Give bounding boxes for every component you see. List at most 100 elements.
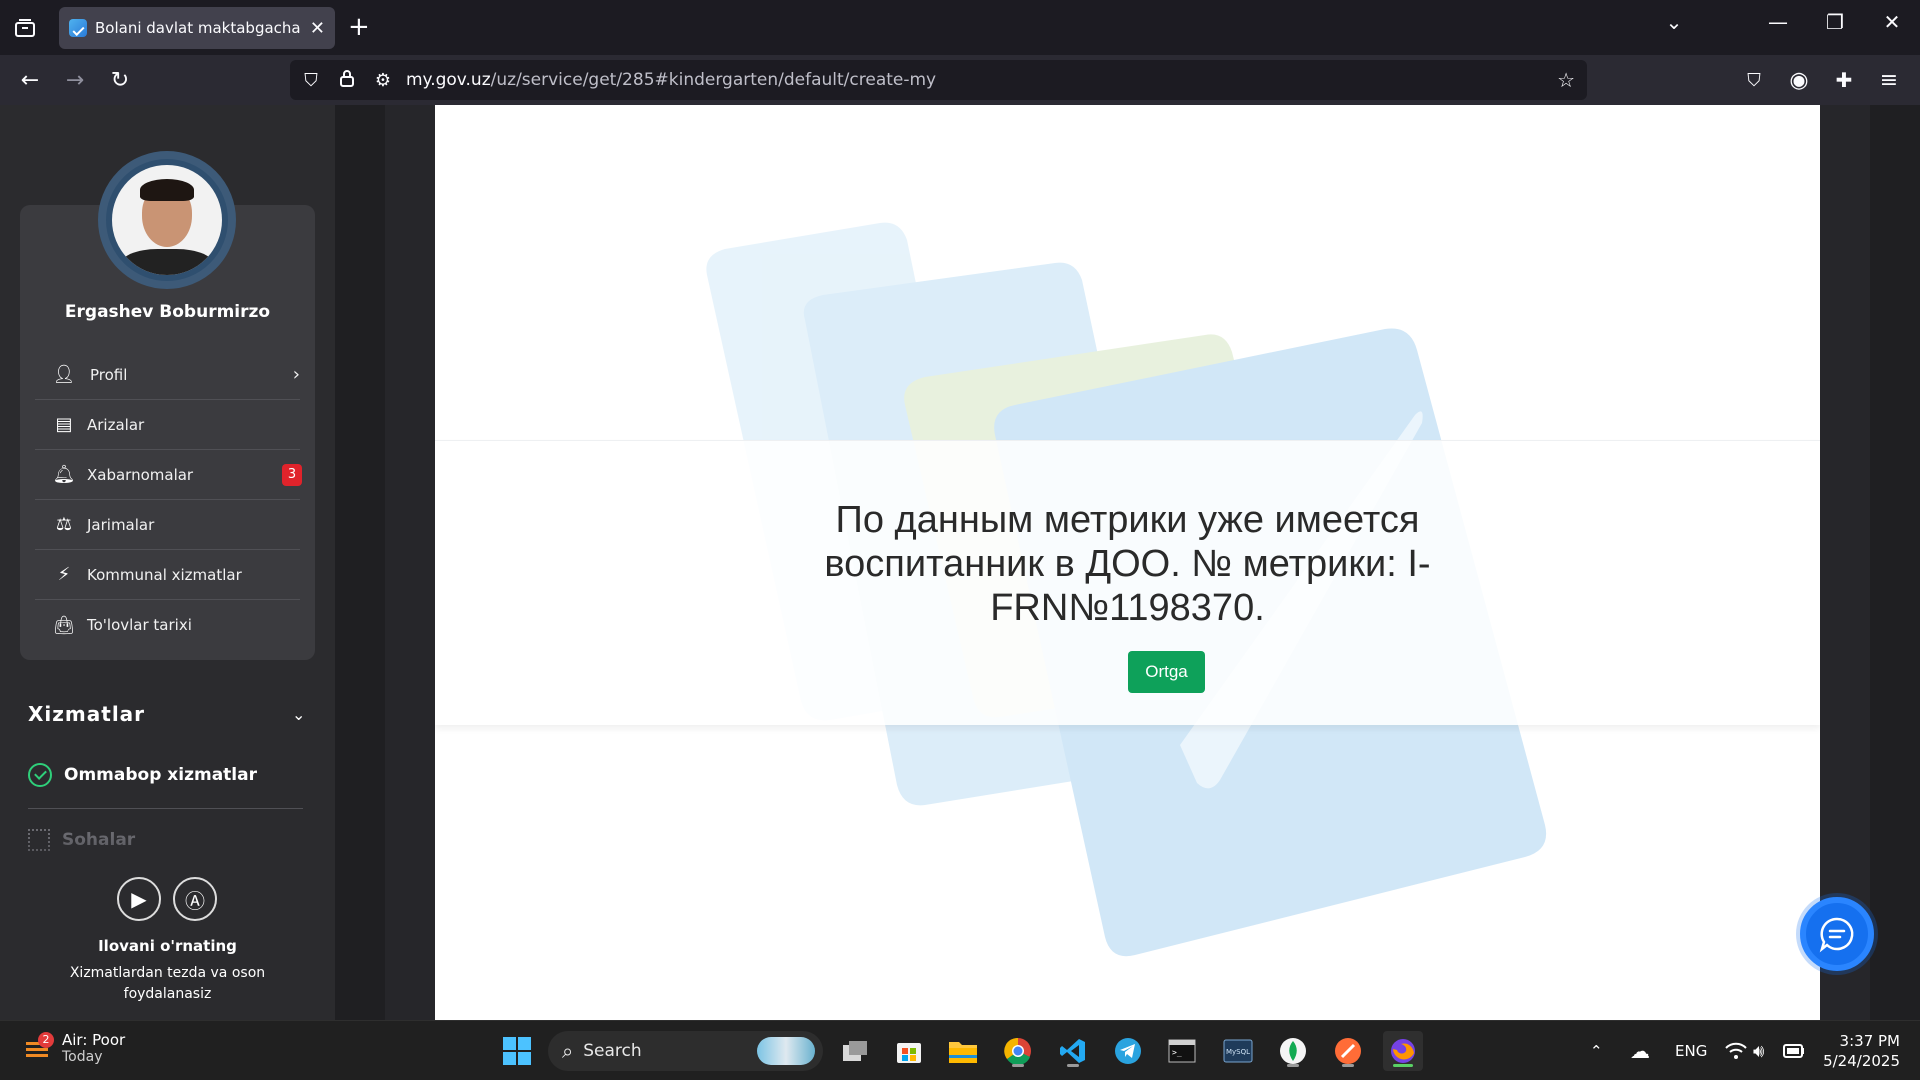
menu-item-jarimalar[interactable]: ⚖ Jarimalar	[35, 500, 300, 550]
weather-line2: Today	[62, 1049, 103, 1065]
running-indicator	[1287, 1064, 1299, 1067]
windows-start-icon[interactable]	[497, 1031, 537, 1071]
running-indicator	[1067, 1064, 1079, 1067]
google-play-icon[interactable]: ▶	[117, 877, 161, 921]
forward-arrow-icon[interactable]: →	[59, 64, 91, 96]
running-indicator	[1342, 1064, 1354, 1067]
services-section-title[interactable]: Xizmatlar	[28, 702, 145, 726]
page-gutter	[385, 105, 435, 1020]
taskbar-search[interactable]: ⌕ Search	[548, 1031, 823, 1071]
bookmark-star-icon[interactable]: ☆	[1557, 68, 1575, 92]
browser-nav-bar: ← → ↻ ⛉ ⚙ my.gov.uz/uz/service/get/285#k…	[0, 55, 1920, 105]
popular-services-link[interactable]: Ommabop xizmatlar	[28, 763, 257, 787]
restore-icon[interactable]: ❐	[1815, 10, 1855, 34]
vscode-icon[interactable]	[1053, 1031, 1093, 1071]
extensions-icon[interactable]: ✚	[1828, 64, 1860, 96]
chat-support-button[interactable]	[1800, 897, 1874, 971]
telegram-icon[interactable]	[1108, 1031, 1148, 1071]
page-viewport: Ergashev Boburmirzo 👤︎ Profil › ▤ Arizal…	[0, 105, 1920, 1020]
menu-item-xabarnomalar[interactable]: 🔔︎ Xabarnomalar 3	[35, 450, 302, 500]
new-tab-icon[interactable]: +	[348, 12, 370, 42]
weather-text: Air: Poor Today	[62, 1031, 125, 1065]
list-all-tabs-chevron-icon[interactable]: ⌄	[1654, 10, 1694, 34]
postman-icon[interactable]	[1328, 1031, 1368, 1071]
money-bag-icon: 👜︎	[52, 614, 76, 636]
reload-icon[interactable]: ↻	[104, 64, 136, 96]
error-message: По данным метрики уже имеется воспитанни…	[824, 499, 1431, 629]
page-gutter	[1820, 105, 1870, 1020]
app-store-icon[interactable]: Ⓐ	[173, 877, 217, 921]
close-window-icon[interactable]: ✕	[1872, 10, 1912, 34]
menu-label: Arizalar	[87, 415, 145, 434]
tab-list-icon[interactable]	[10, 14, 40, 42]
lock-icon[interactable]	[332, 69, 362, 92]
url-bar[interactable]: ⛉ ⚙ my.gov.uz/uz/service/get/285#kinderg…	[290, 60, 1587, 100]
menu-item-profil[interactable]: 👤︎ Profil ›	[35, 350, 300, 400]
show-hidden-icons[interactable]: ⌃	[1590, 1021, 1603, 1080]
minimize-icon[interactable]: —	[1758, 10, 1798, 34]
svg-text:>_: >_	[1172, 1048, 1182, 1057]
utility-plug-icon: ⚡	[57, 564, 71, 585]
tab-close-icon[interactable]: ✕	[310, 18, 325, 39]
microsoft-store-icon[interactable]	[889, 1031, 929, 1071]
notification-badge: 3	[282, 463, 302, 486]
back-button[interactable]: Ortga	[1128, 651, 1205, 693]
language-indicator[interactable]: ENG	[1675, 1021, 1707, 1080]
battery-icon[interactable]	[1783, 1021, 1805, 1080]
terminal-icon[interactable]: >_	[1162, 1031, 1202, 1071]
app-store-buttons: ▶ Ⓐ	[117, 877, 217, 921]
account-icon[interactable]: ◉	[1783, 64, 1815, 96]
menu-item-tolovlar[interactable]: 👜︎ To'lovlar tarixi	[35, 600, 300, 650]
firefox-icon[interactable]	[1383, 1031, 1423, 1071]
user-name: Ergashev Boburmirzo	[64, 302, 271, 322]
menu-label: Kommunal xizmatlar	[87, 565, 242, 584]
volume-icon[interactable]: 🔊︎	[1753, 1021, 1764, 1080]
bell-icon: 🔔︎	[52, 464, 76, 485]
chevron-right-icon: ›	[292, 364, 300, 385]
permissions-icon[interactable]: ⚙	[368, 70, 398, 91]
active-indicator	[1393, 1064, 1413, 1067]
chevron-down-icon[interactable]: ⌄	[292, 705, 305, 724]
wifi-icon[interactable]	[1725, 1021, 1747, 1080]
url-domain: my.gov.uz	[406, 70, 491, 90]
menu-item-arizalar[interactable]: ▤ Arizalar	[35, 400, 300, 450]
url-path: /uz/service/get/285#kindergarten/default…	[490, 70, 937, 90]
mysql-workbench-icon[interactable]: MySQL	[1218, 1031, 1258, 1071]
profile-menu: 👤︎ Profil › ▤ Arizalar 🔔︎ Xabarnomalar 3…	[35, 350, 302, 650]
fines-icon: ⚖	[55, 514, 73, 535]
avatar[interactable]	[98, 151, 236, 289]
running-indicator	[1012, 1064, 1024, 1067]
back-arrow-icon[interactable]: ←	[14, 64, 46, 96]
weather-widget[interactable]: 2 Air: Poor Today	[24, 1031, 125, 1065]
mongodb-compass-icon[interactable]	[1273, 1031, 1313, 1071]
search-label: Search	[583, 1041, 642, 1061]
url-text[interactable]: my.gov.uz/uz/service/get/285#kindergarte…	[406, 70, 936, 90]
menu-label: Xabarnomalar	[87, 465, 194, 484]
avatar-body	[120, 249, 214, 275]
menu-label: Jarimalar	[87, 515, 155, 534]
browser-tab-bar: Bolani davlat maktabgacha ta'lim ✕ + ⌄ —…	[0, 0, 1920, 55]
file-explorer-icon[interactable]	[943, 1031, 983, 1071]
clock-time: 3:37 PM	[1839, 1032, 1900, 1050]
popular-label: Ommabop xizmatlar	[64, 765, 257, 785]
menu-item-kommunal[interactable]: ⚡ Kommunal xizmatlar	[35, 550, 300, 600]
menu-hamburger-icon[interactable]: ≡	[1873, 64, 1905, 96]
shield-icon[interactable]: ⛉	[296, 70, 326, 91]
pocket-icon[interactable]: ⛉	[1738, 64, 1770, 96]
browser-tab-active[interactable]: Bolani davlat maktabgacha ta'lim ✕	[59, 7, 335, 49]
air-quality-icon: 2	[24, 1032, 54, 1062]
page-gutter	[1870, 105, 1920, 1020]
clock-date: 5/24/2025	[1823, 1052, 1900, 1070]
svg-text:MySQL: MySQL	[1226, 1048, 1250, 1056]
search-highlight-image	[757, 1037, 815, 1065]
main-content: По данным метрики уже имеется воспитанни…	[435, 105, 1820, 1020]
chrome-icon[interactable]	[998, 1031, 1038, 1071]
menu-label: To'lovlar tarixi	[87, 616, 192, 634]
verified-badge-icon	[28, 763, 52, 787]
onedrive-cloud-icon[interactable]: ☁	[1630, 1021, 1650, 1080]
task-view-icon[interactable]	[835, 1031, 875, 1071]
mygov-favicon-icon	[69, 19, 87, 37]
divider	[28, 808, 303, 809]
clock[interactable]: 3:37 PM 5/24/2025	[1820, 1031, 1900, 1071]
weather-line1: Air: Poor	[62, 1031, 126, 1049]
